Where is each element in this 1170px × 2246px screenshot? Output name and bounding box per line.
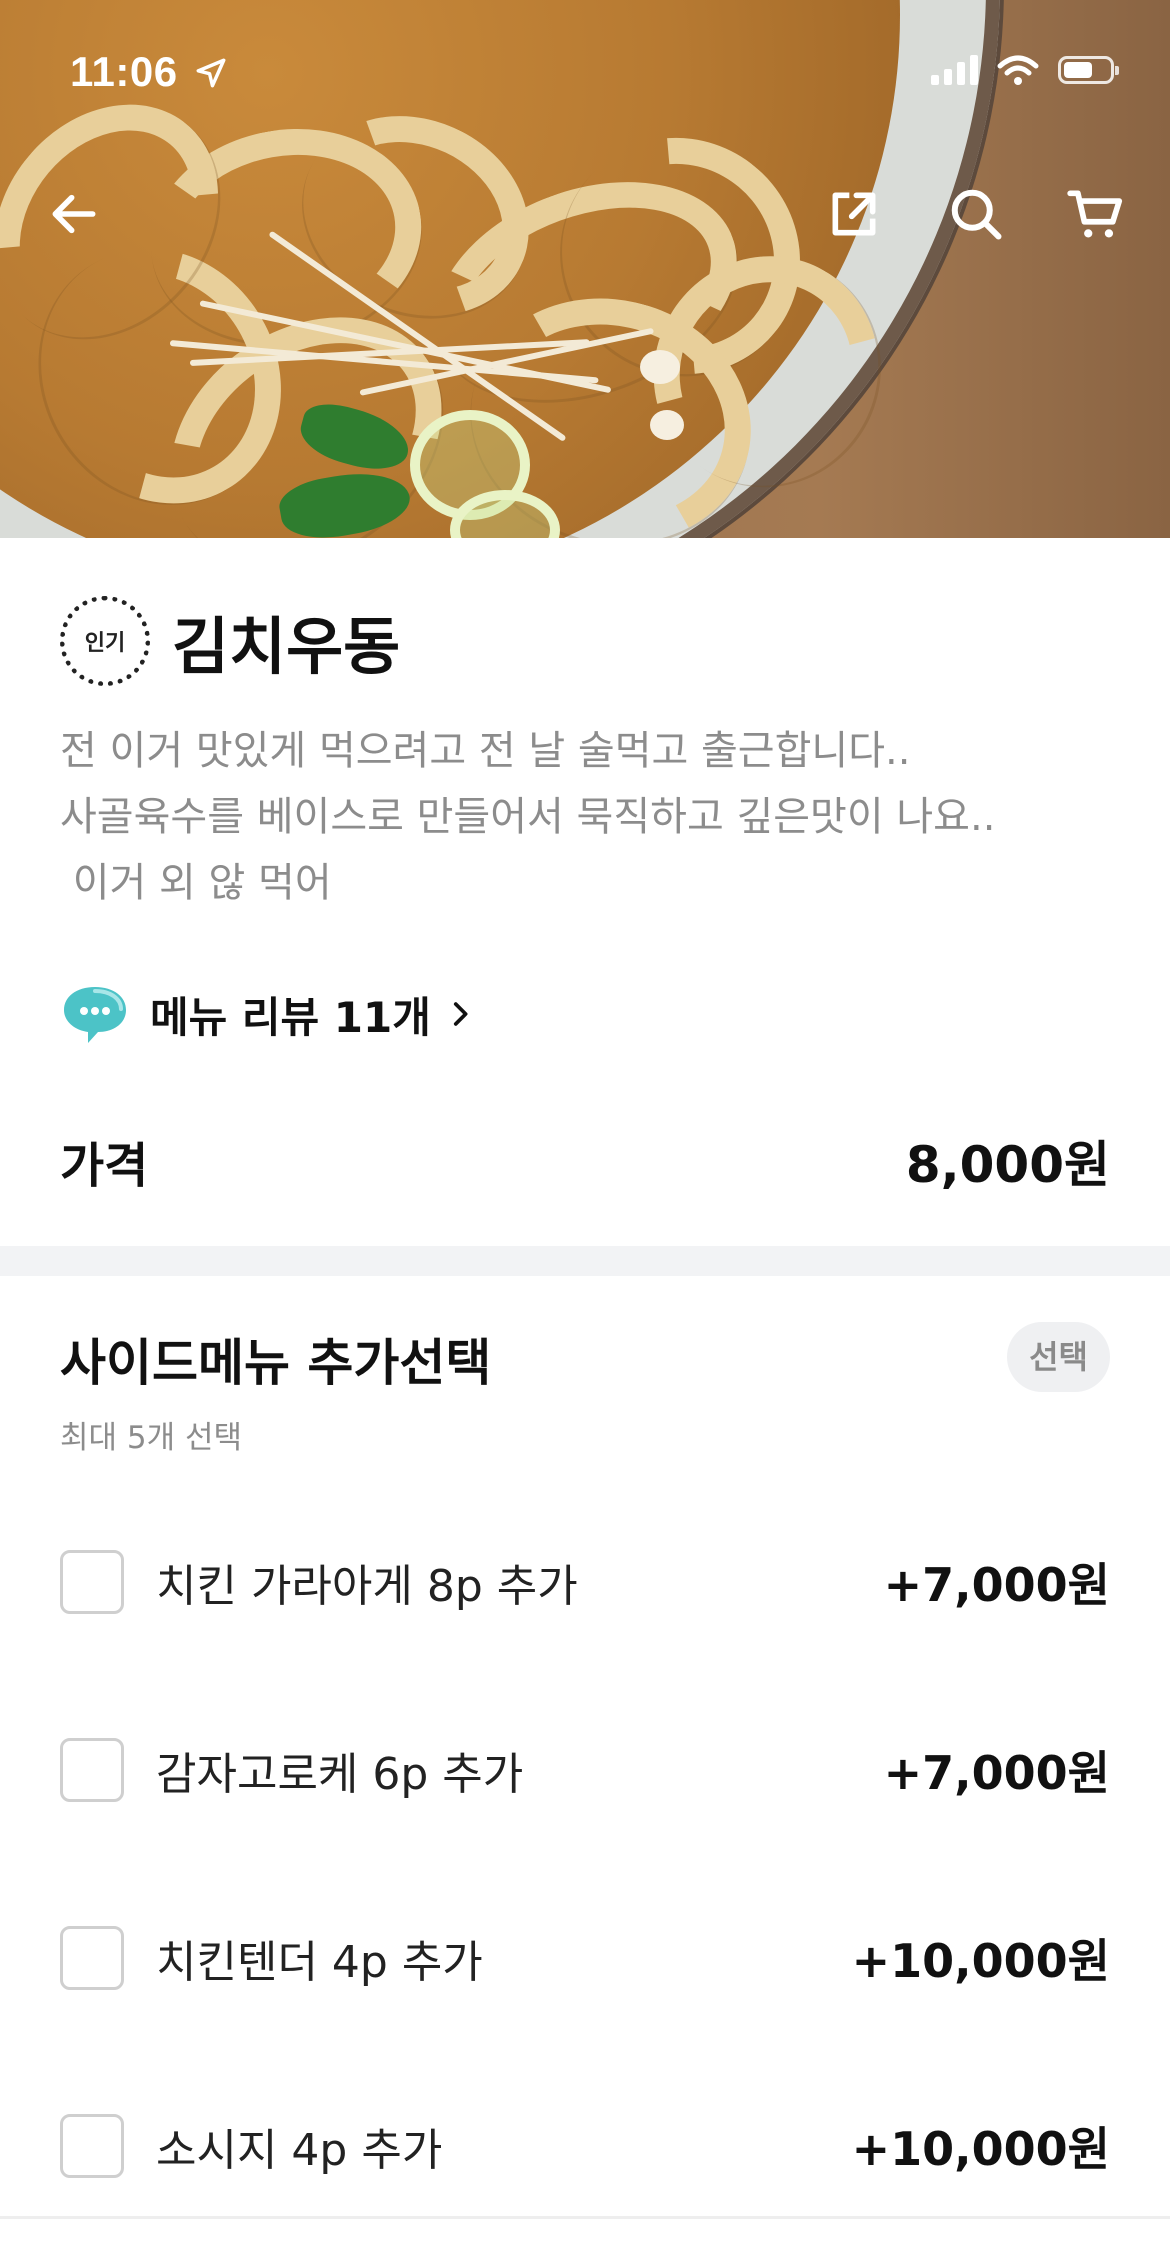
description-line: 사골육수를 베이스로 만들어서 묵직하고 깊은맛이 나요..: [60, 794, 996, 840]
arrow-left-icon: [52, 194, 96, 234]
option-price: +10,000원: [851, 1934, 1110, 1988]
section-divider: [0, 1246, 1170, 1276]
search-button[interactable]: [942, 180, 1010, 248]
optional-badge: 선택: [1007, 1322, 1110, 1392]
price-value: 8,000원: [905, 1136, 1110, 1194]
option-row[interactable]: 감자고로케 6p 추가 +7,000원: [60, 1730, 1110, 1810]
status-time: 11:06: [70, 48, 228, 96]
option-name: 감자고로케 6p 추가: [156, 1749, 524, 1800]
popular-badge: 인기: [60, 596, 150, 686]
wifi-icon: [997, 55, 1039, 85]
option-row[interactable]: 소시지 4p 추가 +10,000원: [60, 2106, 1110, 2186]
menu-title: 김치우동: [172, 610, 401, 683]
share-button[interactable]: [820, 180, 888, 248]
description-line: 이거 외 않 먹어: [60, 860, 332, 906]
option-row[interactable]: 치킨텐더 4p 추가 +10,000원: [60, 1918, 1110, 1998]
search-icon: [951, 189, 1002, 240]
option-checkbox[interactable]: [60, 2114, 124, 2178]
share-icon: [832, 192, 876, 236]
cart-icon: [1067, 190, 1123, 238]
option-price: +10,000원: [851, 2122, 1110, 2176]
option-name: 치킨 가라아게 8p 추가: [156, 1561, 578, 1612]
battery-icon: [1058, 56, 1119, 84]
option-row[interactable]: 치킨 가라아게 8p 추가 +7,000원: [60, 1542, 1110, 1622]
price-row: 가격 8,000원: [60, 1125, 1110, 1197]
option-price: +7,000원: [883, 1558, 1110, 1612]
chat-bubble-icon: [64, 987, 126, 1043]
menu-header: 인기 김치우동: [60, 596, 400, 686]
option-checkbox[interactable]: [60, 1926, 124, 1990]
menu-description: 전 이거 맛있게 먹으려고 전 날 술먹고 출근합니다.. 사골육수를 베이스로…: [60, 718, 1120, 916]
status-indicators: [931, 54, 1119, 86]
option-price: +7,000원: [883, 1746, 1110, 1800]
option-name: 소시지 4p 추가: [156, 2125, 443, 2176]
menu-review-link[interactable]: 메뉴 리뷰 11개: [60, 983, 477, 1045]
option-name: 치킨텐더 4p 추가: [156, 1937, 483, 1988]
description-line: 전 이거 맛있게 먹으려고 전 날 술먹고 출근합니다..: [60, 728, 911, 774]
bottom-divider: [0, 2216, 1170, 2219]
price-label: 가격: [60, 1138, 149, 1194]
option-checkbox[interactable]: [60, 1550, 124, 1614]
back-button[interactable]: [40, 180, 108, 248]
cellular-signal-icon: [931, 55, 978, 85]
review-count-label: 메뉴 리뷰 11개: [150, 992, 431, 1042]
option-group-subtitle: 최대 5개 선택: [60, 1420, 243, 1456]
chevron-right-icon: [453, 1002, 468, 1026]
location-arrow-icon: [196, 58, 226, 88]
option-group-title: 사이드메뉴 추가선택: [60, 1334, 492, 1392]
cart-button[interactable]: [1062, 180, 1130, 248]
option-checkbox[interactable]: [60, 1738, 124, 1802]
